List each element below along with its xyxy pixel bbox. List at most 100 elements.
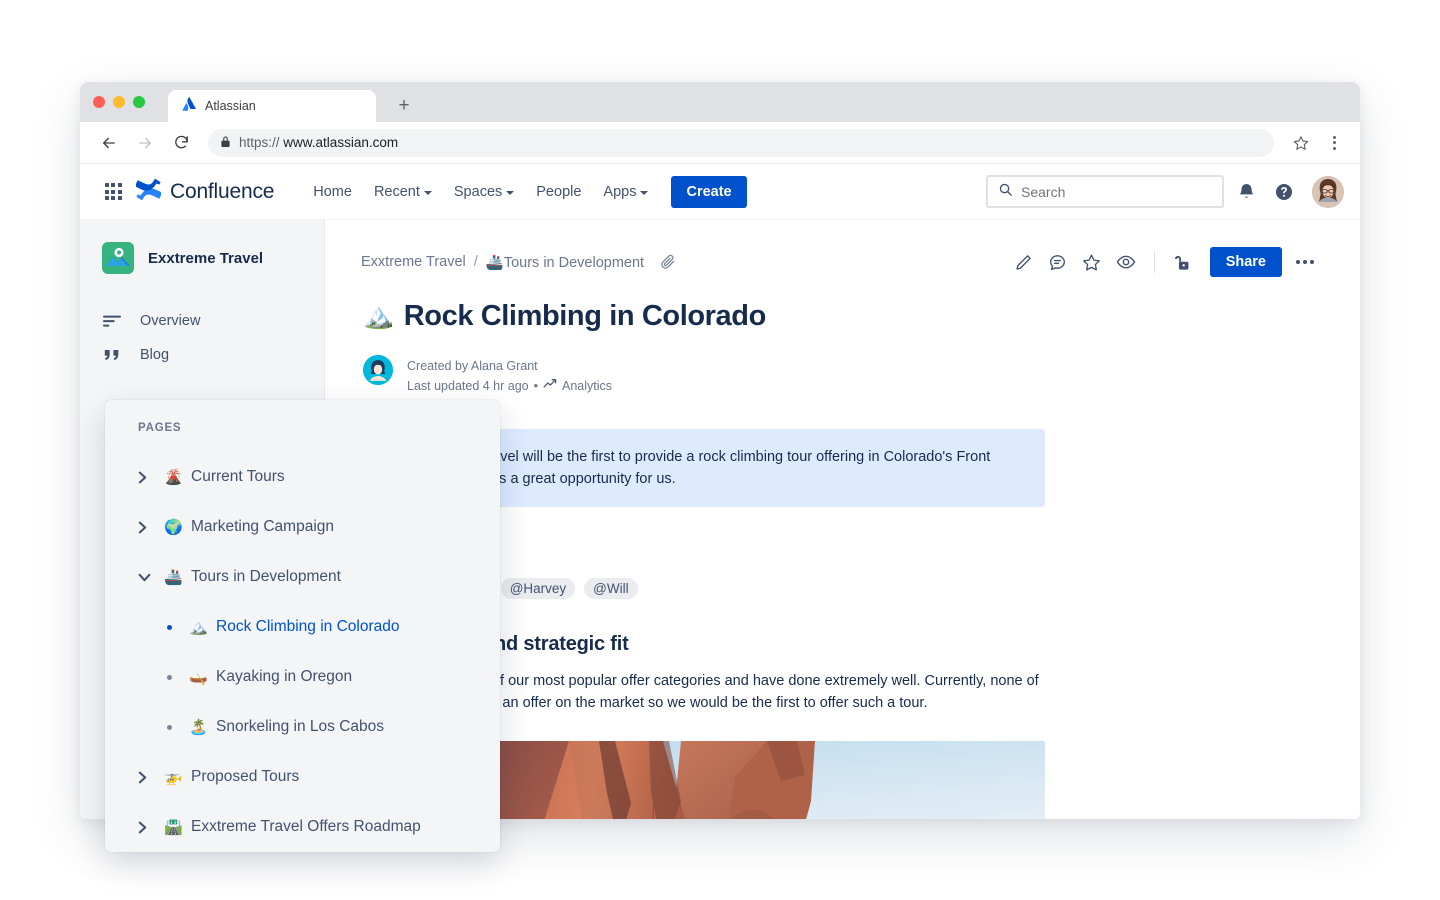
sidebar-item-label: Overview	[140, 313, 201, 329]
space-name: Exxtreme Travel	[148, 249, 264, 267]
nav-link-label: People	[536, 183, 582, 200]
tree-row[interactable]: 🏔️ Rock Climbing in Colorado	[105, 602, 500, 652]
star-outline-icon[interactable]	[1286, 128, 1316, 158]
grid-apps-icon[interactable]	[100, 179, 126, 205]
mention-chip[interactable]: @Harvey	[500, 577, 576, 599]
analytics-link[interactable]: Analytics	[543, 376, 612, 396]
nav-link-recent[interactable]: Recent	[363, 177, 443, 207]
nav-link-apps[interactable]: Apps	[592, 177, 659, 207]
page-emoji-icon: 🌍	[164, 519, 183, 536]
browser-tab-title: Atlassian	[205, 99, 256, 113]
comment-bubble-icon[interactable]	[1043, 247, 1073, 277]
bullet-icon	[163, 674, 189, 680]
create-button[interactable]: Create	[671, 175, 747, 208]
search-input[interactable]	[1021, 183, 1212, 200]
byline-meta-row: Last updated 4 hr ago • Analytics	[407, 376, 612, 396]
window-traffic-lights	[93, 96, 145, 108]
nav-link-label: Spaces	[453, 183, 503, 200]
tree-row[interactable]: 🌋 Current Tours	[105, 452, 500, 502]
mention-chip[interactable]: @Will	[584, 577, 638, 599]
page-actions: Share	[1009, 247, 1320, 277]
share-button[interactable]: Share	[1209, 247, 1282, 277]
sidebar-item-blog[interactable]: Blog	[80, 338, 324, 372]
created-by-text: Created by Alana Grant	[407, 359, 538, 373]
tree-row[interactable]: 🛶 Kayaking in Oregon	[105, 652, 500, 702]
padlock-icon	[220, 135, 231, 151]
tree-row[interactable]: 🚁 Proposed Tours	[105, 752, 500, 802]
chevron-right-icon[interactable]	[138, 821, 164, 834]
page-emoji-icon: 🛣️	[164, 819, 183, 836]
page-title-text: Rock Climbing in Colorado	[403, 300, 767, 332]
analytics-chart-icon	[543, 376, 557, 396]
chevron-down-icon	[640, 190, 649, 195]
search-box[interactable]	[986, 175, 1224, 208]
chevron-down-icon	[423, 190, 432, 195]
forward-arrow-icon[interactable]	[130, 128, 160, 158]
mountain-emoji-icon: 🏔️	[363, 302, 394, 330]
nav-link-label: Home	[313, 183, 352, 200]
question-circle-icon[interactable]	[1268, 176, 1300, 208]
minimize-window-button[interactable]	[113, 96, 125, 108]
breadcrumb-parent-link[interactable]: 🚢Tours in Development	[486, 254, 644, 271]
map-space-logo-icon	[102, 242, 134, 274]
ellipsis-more-icon[interactable]	[1290, 247, 1320, 277]
page-title: 🏔️ Rock Climbing in Colorado	[363, 300, 1320, 333]
notification-bell-icon[interactable]	[1230, 176, 1262, 208]
back-arrow-icon[interactable]	[94, 128, 124, 158]
analytics-label: Analytics	[562, 379, 613, 394]
byline-separator: •	[533, 379, 539, 394]
eye-watch-icon[interactable]	[1111, 247, 1141, 277]
chevron-right-icon[interactable]	[138, 471, 164, 484]
global-navigation: Confluence Home Recent Spaces People App…	[80, 164, 1360, 220]
nav-link-home[interactable]: Home	[302, 177, 363, 207]
unlocked-padlock-icon[interactable]	[1168, 247, 1198, 277]
tree-row-label: Proposed Tours	[191, 768, 300, 785]
tree-row[interactable]: 🏝️ Snorkeling in Los Cabos	[105, 702, 500, 752]
quote-marks-icon	[102, 348, 122, 362]
page-emoji-icon: 🏝️	[189, 719, 208, 736]
url-input[interactable]: https:// www.atlassian.com	[208, 128, 1274, 157]
chevron-right-icon[interactable]	[138, 521, 164, 534]
new-tab-button[interactable]: +	[392, 93, 416, 117]
url-text: https:// www.atlassian.com	[239, 135, 399, 150]
page-byline: Created by Alana Grant Last updated 4 hr…	[363, 355, 1320, 397]
last-updated-text: Last updated 4 hr ago	[407, 379, 529, 394]
tree-row-label: Exxtreme Travel Offers Roadmap	[191, 818, 421, 835]
reload-icon[interactable]	[166, 128, 196, 158]
pencil-edit-icon[interactable]	[1009, 247, 1039, 277]
nav-link-spaces[interactable]: Spaces	[443, 177, 525, 207]
confluence-mark-icon	[135, 177, 162, 207]
nav-link-label: Apps	[603, 183, 637, 200]
confluence-logo[interactable]: Confluence	[135, 177, 274, 207]
tree-row[interactable]: 🛣️ Exxtreme Travel Offers Roadmap	[105, 802, 500, 852]
nav-link-label: Recent	[373, 183, 420, 200]
chevron-right-icon[interactable]	[138, 771, 164, 784]
browser-tab[interactable]: Atlassian	[168, 90, 376, 122]
content-header: Exxtreme Travel / 🚢Tours in Development	[325, 220, 1360, 278]
nav-link-people[interactable]: People	[525, 177, 592, 207]
page-emoji-icon: 🚁	[164, 769, 183, 786]
tree-row-label: Marketing Campaign	[191, 518, 335, 535]
chevron-down-icon[interactable]	[138, 573, 164, 582]
paperclip-icon[interactable]	[660, 254, 676, 270]
close-window-button[interactable]	[93, 96, 105, 108]
breadcrumb-space-link[interactable]: Exxtreme Travel	[361, 254, 466, 270]
team-mentions: @Alana @Mia @Harvey @Will	[363, 577, 1320, 599]
chevron-down-icon	[506, 190, 515, 195]
sidebar-item-overview[interactable]: Overview	[80, 304, 324, 338]
user-avatar[interactable]	[1312, 175, 1344, 208]
pages-section-label: PAGES	[138, 422, 182, 434]
tree-row[interactable]: 🌍 Marketing Campaign	[105, 502, 500, 552]
star-outline-icon[interactable]	[1077, 247, 1107, 277]
page-emoji-icon: 🚢	[164, 569, 183, 586]
bullet-icon	[163, 624, 189, 630]
page-emoji-icon: 🛶	[189, 669, 208, 686]
kebab-menu-icon[interactable]	[1322, 128, 1346, 158]
tree-row[interactable]: 🚢 Tours in Development	[105, 552, 500, 602]
browser-tab-strip: Atlassian +	[80, 82, 1360, 122]
team-heading: Team	[363, 541, 1320, 564]
tree-row-label: Tours in Development	[191, 568, 341, 585]
space-header[interactable]: Exxtreme Travel	[80, 242, 324, 274]
maximize-window-button[interactable]	[133, 96, 145, 108]
author-avatar[interactable]	[363, 355, 393, 385]
